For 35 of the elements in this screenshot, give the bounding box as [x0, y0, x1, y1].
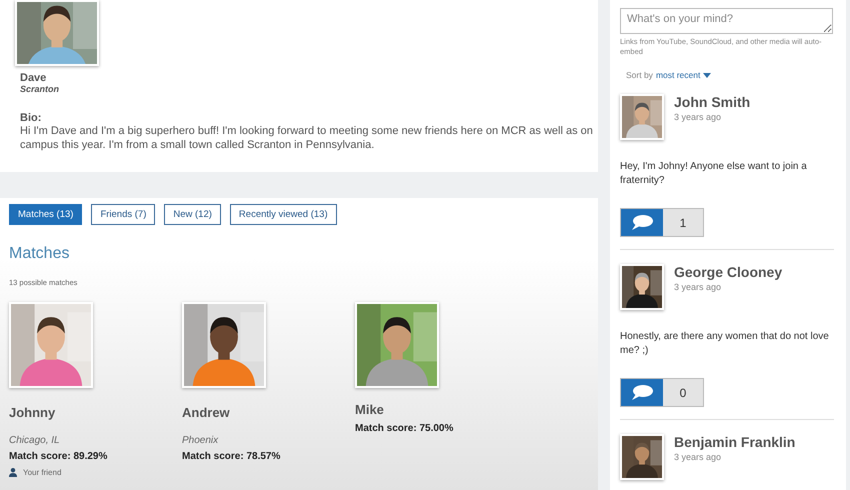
matches-heading: Matches [9, 245, 70, 263]
bio-text: Hi I'm Dave and I'm a big superhero buff! I'm looking forward to meeting some new friends here on MCR as well as on campus this year. I'm from a small town called Scranton in Pennsylvania. [20, 124, 594, 152]
post-author[interactable]: George Clooney [674, 264, 782, 280]
post-time: 3 years ago [674, 282, 722, 292]
match-name[interactable]: Johnny [9, 405, 182, 420]
post-text: Honestly, are there any women that do not love me? ;) [620, 330, 830, 358]
sort-label: Sort by [626, 70, 653, 80]
match-score: Match score: 75.00% [355, 423, 454, 434]
comment-button[interactable]: 0 [620, 378, 704, 407]
speech-bubble-icon [630, 214, 654, 232]
tab[interactable]: Matches (13) [9, 204, 82, 225]
post-time: 3 years ago [674, 112, 722, 122]
profile-location: Scranton [20, 84, 60, 94]
comment-button[interactable]: 1 [620, 208, 704, 237]
profile-name: Dave [20, 72, 48, 84]
friend-label: Your friend [23, 468, 62, 477]
post-time: 3 years ago [674, 452, 722, 462]
tab[interactable]: Friends (7) [91, 204, 156, 225]
match-location: Chicago, IL [9, 435, 61, 446]
post-text: Hey, I'm Johny! Anyone else want to join a fraternity? [620, 160, 808, 188]
tab[interactable]: New (12) [164, 204, 221, 225]
match-name[interactable]: Mike [355, 402, 528, 417]
speech-bubble-icon [630, 384, 654, 402]
tab[interactable]: Recently viewed (13) [230, 204, 337, 225]
match-score: Match score: 89.29% [9, 451, 108, 462]
post-field[interactable]: What's on your mind? [620, 8, 833, 34]
post-author[interactable]: John Smith [674, 94, 750, 110]
bio-label: Bio: [20, 112, 42, 124]
match-score: Match score: 78.57% [182, 451, 282, 462]
match-name[interactable]: Andrew [182, 405, 355, 420]
caret-icon [703, 72, 712, 78]
sort-dropdown[interactable]: most recent [656, 70, 712, 80]
post-author[interactable]: Benjamin Franklin [674, 434, 796, 450]
person-icon [9, 468, 17, 477]
match-location: Phoenix [182, 435, 220, 446]
